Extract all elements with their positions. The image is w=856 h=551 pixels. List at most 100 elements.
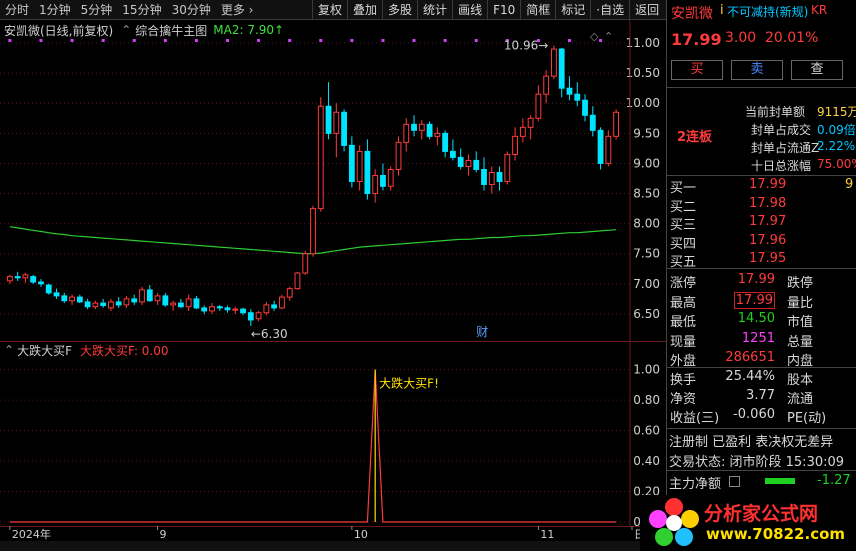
- candle[interactable]: [69, 294, 75, 305]
- candle[interactable]: [325, 82, 332, 140]
- toolbar-button-4[interactable]: 画线: [452, 0, 487, 20]
- sub-indicator-name[interactable]: 大跌大买F: [17, 342, 72, 359]
- diamond-icon[interactable]: ◇: [590, 30, 599, 43]
- candle[interactable]: [574, 82, 581, 107]
- candle[interactable]: [76, 294, 83, 304]
- bid-row[interactable]: 买四 17.96: [667, 233, 856, 252]
- candle[interactable]: [131, 294, 138, 305]
- candle[interactable]: [92, 300, 99, 310]
- candle[interactable]: [247, 309, 254, 326]
- candle[interactable]: [341, 109, 347, 152]
- candle[interactable]: [465, 154, 472, 176]
- candle[interactable]: [481, 157, 487, 191]
- period-tab-0[interactable]: 分时: [0, 1, 34, 18]
- candle[interactable]: [442, 130, 449, 158]
- candle[interactable]: [170, 300, 177, 311]
- candle[interactable]: [605, 130, 612, 167]
- candle[interactable]: [146, 285, 153, 302]
- toolbar-button-1[interactable]: 叠加: [347, 0, 382, 20]
- candle[interactable]: [364, 139, 371, 200]
- candle[interactable]: [279, 294, 285, 310]
- candle[interactable]: [504, 151, 511, 185]
- candle[interactable]: [154, 292, 161, 305]
- candle[interactable]: [255, 310, 262, 322]
- candle[interactable]: [139, 286, 145, 305]
- candle[interactable]: [123, 295, 130, 308]
- candle[interactable]: [14, 271, 21, 281]
- candle[interactable]: [108, 298, 114, 311]
- candle[interactable]: [6, 274, 13, 284]
- sub-indicator-chart[interactable]: 0.000.200.400.600.801.00大跌大买F!: [0, 342, 666, 526]
- candle[interactable]: [403, 118, 410, 152]
- candle[interactable]: [380, 163, 386, 191]
- candle[interactable]: [271, 300, 278, 311]
- candle[interactable]: [38, 279, 44, 287]
- candle[interactable]: [177, 298, 184, 308]
- toolbar-button-2[interactable]: 多股: [382, 0, 417, 20]
- candle[interactable]: [209, 303, 215, 314]
- period-tab-1[interactable]: 1分钟: [34, 1, 76, 18]
- candle[interactable]: [535, 85, 542, 122]
- candle[interactable]: [543, 70, 550, 104]
- toolbar-button-5[interactable]: F10: [487, 0, 520, 20]
- detail-icon[interactable]: [729, 476, 740, 487]
- bottom-tabs[interactable]: [0, 541, 666, 551]
- toolbar-button-6[interactable]: 简框: [520, 0, 555, 20]
- candle[interactable]: [224, 305, 231, 313]
- toolbar-button-8[interactable]: ·自选: [590, 0, 629, 20]
- period-tab-4[interactable]: 30分钟: [167, 1, 216, 18]
- candle[interactable]: [286, 286, 293, 301]
- candle[interactable]: [449, 139, 456, 161]
- period-tab-2[interactable]: 5分钟: [76, 1, 118, 18]
- candle[interactable]: [519, 118, 526, 143]
- candle[interactable]: [426, 121, 433, 140]
- toolbar-button-9[interactable]: 返回: [629, 0, 664, 20]
- candle[interactable]: [22, 273, 29, 283]
- candle[interactable]: [30, 274, 37, 284]
- candle[interactable]: [84, 298, 91, 310]
- indicator-name[interactable]: 综合擒牛主图: [135, 22, 207, 39]
- chevron-up-icon[interactable]: ⌃: [604, 30, 613, 43]
- candle[interactable]: [193, 295, 200, 310]
- candle[interactable]: [216, 304, 223, 311]
- bid-row[interactable]: 买一 17.99 9: [667, 177, 856, 196]
- candle[interactable]: [185, 294, 192, 311]
- toolbar-button-7[interactable]: 标记: [555, 0, 590, 20]
- candle[interactable]: [100, 298, 107, 308]
- period-tab-5[interactable]: 更多 ›: [216, 1, 259, 18]
- candle[interactable]: [512, 127, 518, 161]
- candle[interactable]: [372, 169, 379, 203]
- period-tab-3[interactable]: 15分钟: [117, 1, 166, 18]
- sell-button[interactable]: 卖: [731, 60, 783, 80]
- candle[interactable]: [597, 127, 604, 170]
- candle[interactable]: [201, 305, 208, 314]
- candle[interactable]: [457, 148, 464, 170]
- candle[interactable]: [61, 292, 68, 304]
- candle[interactable]: [527, 115, 534, 140]
- candle[interactable]: [582, 94, 588, 122]
- candle[interactable]: [232, 306, 239, 314]
- candle[interactable]: [162, 292, 169, 307]
- candle[interactable]: [356, 145, 363, 191]
- buy-button[interactable]: 买: [671, 60, 723, 80]
- chevron-up-icon[interactable]: ⌃: [0, 343, 14, 357]
- candle[interactable]: [387, 166, 394, 191]
- toolbar-button-0[interactable]: 复权: [312, 0, 347, 20]
- bid-row[interactable]: 买二 17.98: [667, 196, 856, 215]
- candle[interactable]: [294, 271, 301, 290]
- candle[interactable]: [589, 106, 596, 137]
- candle[interactable]: [53, 288, 60, 299]
- candle[interactable]: [263, 301, 270, 316]
- candle[interactable]: [613, 109, 620, 140]
- candle[interactable]: [496, 166, 503, 191]
- candle[interactable]: [45, 283, 52, 295]
- candle[interactable]: [434, 127, 441, 146]
- candle[interactable]: [115, 297, 122, 308]
- bid-row[interactable]: 买三 17.97: [667, 214, 856, 233]
- candle[interactable]: [310, 205, 316, 257]
- info-icon[interactable]: i: [720, 3, 724, 18]
- candle[interactable]: [551, 45, 557, 80]
- candle[interactable]: [395, 136, 402, 176]
- candle[interactable]: [566, 76, 573, 101]
- query-button[interactable]: 查: [791, 60, 843, 80]
